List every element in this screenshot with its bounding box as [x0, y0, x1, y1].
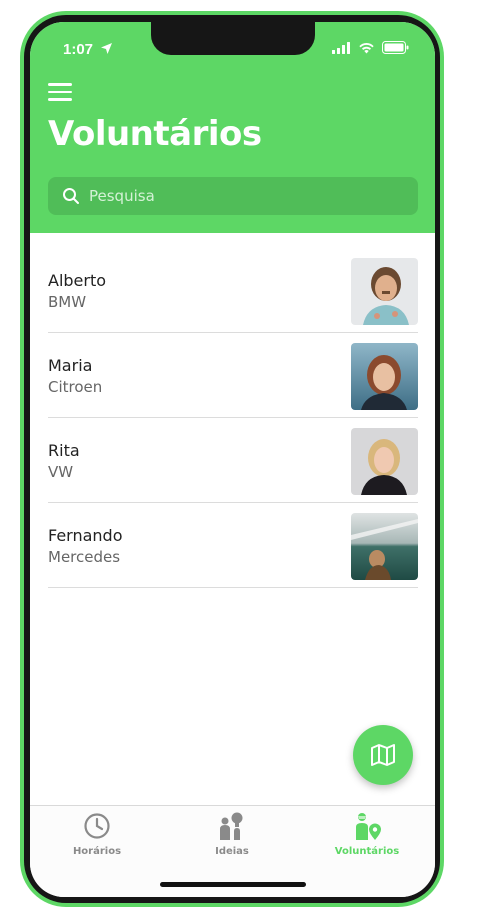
volunteer-car: VW — [48, 463, 74, 481]
avatar — [351, 513, 418, 580]
avatar — [351, 343, 418, 410]
tab-label: Ideias — [215, 846, 249, 857]
app-screen: 1:07 Voluntários Pesquisa Alberto BMW Ma… — [30, 22, 435, 897]
search-bar[interactable] — [48, 177, 418, 215]
signal-icon — [332, 41, 350, 54]
volunteer-name: Fernando — [48, 526, 123, 545]
menu-button[interactable] — [48, 83, 72, 103]
location-arrow-icon — [101, 43, 112, 54]
wifi-icon — [359, 42, 374, 53]
list-item[interactable]: Alberto BMW — [48, 249, 418, 333]
search-input[interactable] — [89, 187, 389, 205]
notch — [151, 22, 315, 55]
volunteer-location-icon — [356, 813, 381, 840]
status-icons — [332, 41, 409, 54]
list-item[interactable]: Maria Citroen — [48, 334, 418, 418]
volunteer-car: Mercedes — [48, 548, 121, 566]
status-time: 1:07 — [63, 41, 94, 58]
volunteer-list: Alberto BMW Maria Citroen Rita VW Fernan… — [48, 249, 418, 589]
avatar — [351, 428, 418, 495]
battery-icon — [382, 41, 409, 54]
list-item[interactable]: Fernando Mercedes — [48, 504, 418, 588]
header: 1:07 Voluntários — [30, 22, 435, 233]
tab-voluntarios[interactable]: Voluntários — [307, 812, 427, 857]
tab-ideias[interactable]: Ideias — [172, 812, 292, 857]
volunteer-car: Citroen — [48, 378, 103, 396]
page-title: Voluntários — [48, 114, 262, 154]
tab-label: Horários — [72, 846, 122, 857]
map-button[interactable] — [353, 725, 413, 785]
home-indicator — [160, 882, 306, 887]
clock-icon — [84, 813, 110, 839]
volunteer-car: BMW — [48, 293, 87, 311]
search-icon — [63, 188, 79, 204]
list-item[interactable]: Rita VW — [48, 419, 418, 503]
avatar — [351, 258, 418, 325]
tab-label: Voluntários — [334, 846, 400, 857]
people-ideas-icon — [220, 812, 243, 840]
volunteer-name: Rita — [48, 441, 80, 460]
volunteer-name: Alberto — [48, 271, 107, 290]
map-icon — [371, 744, 395, 766]
tab-horarios[interactable]: Horários — [37, 812, 157, 857]
volunteer-name: Maria — [48, 356, 93, 375]
